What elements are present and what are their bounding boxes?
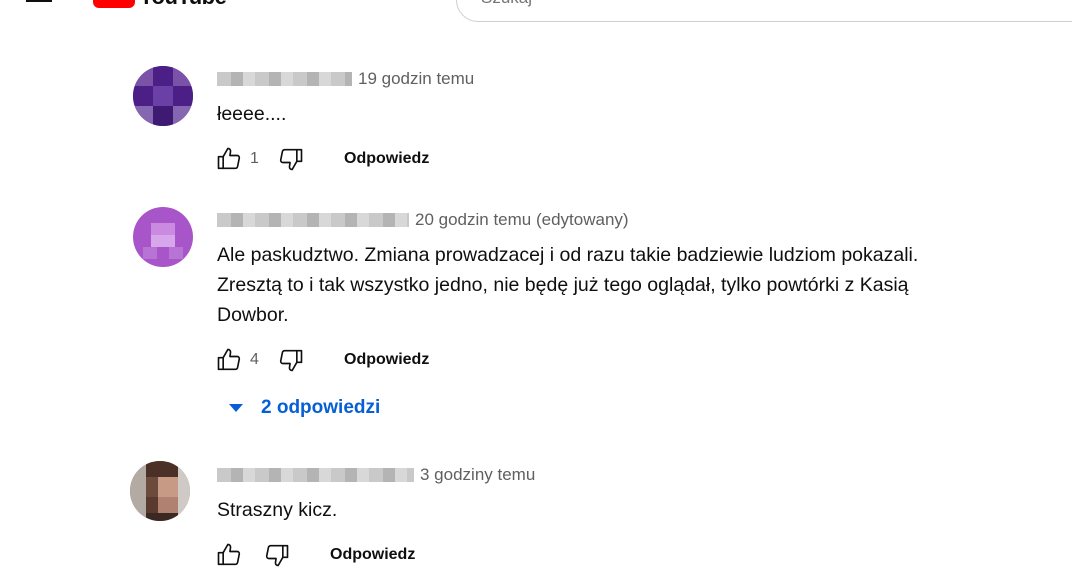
comment-timestamp[interactable]: 3 godziny temu	[420, 465, 535, 485]
youtube-logo[interactable]: YouTube	[93, 0, 227, 8]
author-name[interactable]	[217, 72, 352, 86]
logo-text: YouTube	[139, 0, 227, 8]
avatar[interactable]	[133, 207, 193, 267]
author-name[interactable]	[217, 213, 409, 227]
reply-button[interactable]: Odpowiedz	[344, 351, 429, 369]
dislike-icon[interactable]	[276, 144, 306, 174]
like-count: 1	[250, 150, 259, 167]
comment-text: Straszny kicz.	[217, 499, 338, 521]
dislike-icon[interactable]	[262, 540, 292, 570]
caret-down-icon	[229, 404, 243, 412]
search-input[interactable]	[479, 0, 783, 9]
comment-timestamp[interactable]: 19 godzin temu	[358, 69, 474, 89]
menu-icon[interactable]	[26, 0, 52, 4]
like-icon[interactable]	[214, 144, 244, 174]
replies-count-label: 2 odpowiedzi	[261, 397, 381, 418]
show-replies-button[interactable]: 2 odpowiedzi	[229, 397, 380, 419]
like-icon[interactable]	[214, 345, 244, 375]
comment-text: Ale paskudztwo. Zmiana prowadzacej i od …	[217, 244, 919, 326]
reply-button[interactable]: Odpowiedz	[344, 150, 429, 168]
comment-timestamp[interactable]: 20 godzin temu (edytowany)	[415, 210, 629, 230]
avatar[interactable]	[133, 66, 193, 126]
comment-text: łeeee....	[217, 103, 287, 125]
like-count: 4	[250, 351, 259, 368]
avatar[interactable]	[130, 461, 190, 521]
youtube-play-icon	[93, 0, 135, 8]
like-icon[interactable]	[214, 540, 244, 570]
author-name[interactable]	[217, 468, 414, 482]
dislike-icon[interactable]	[276, 345, 306, 375]
search-box[interactable]	[456, 0, 1072, 22]
reply-button[interactable]: Odpowiedz	[330, 546, 415, 564]
